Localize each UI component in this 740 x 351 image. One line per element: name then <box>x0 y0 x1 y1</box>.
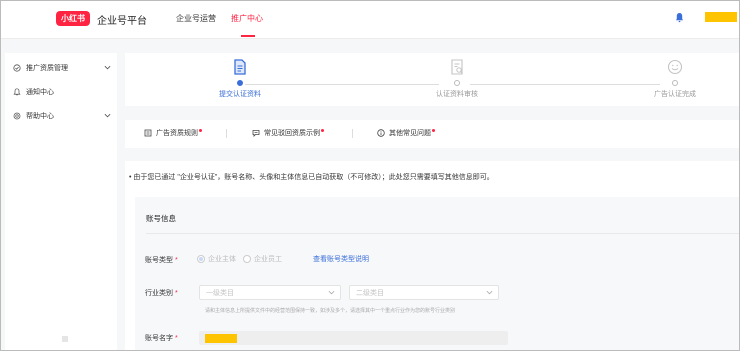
sidebar-item-qualification[interactable]: 推广资质管理 <box>13 61 111 75</box>
nav-active-indicator <box>241 35 255 37</box>
step-submit: 提交认证资料 <box>185 58 295 99</box>
form-panel: • 由于您已通过 "企业号认证"，账号名称、头像和主体信息已自动获取（不可修改）… <box>125 161 739 350</box>
field-label-text: 行业类别 <box>145 290 173 297</box>
document-icon <box>234 59 246 75</box>
industry-label: 行业类别 * <box>145 288 178 298</box>
step-label: 广告认证完成 <box>654 91 696 98</box>
rules-icon <box>144 129 152 137</box>
smile-icon <box>667 59 683 75</box>
bell-icon <box>13 88 21 96</box>
review-icon <box>451 59 463 75</box>
chevron-down-icon[interactable] <box>104 112 111 119</box>
radio-circle <box>197 255 205 263</box>
new-badge-dot <box>199 129 202 132</box>
collapse-sidebar-icon[interactable] <box>61 335 69 343</box>
step-dot <box>454 80 460 86</box>
step-dot <box>237 80 243 86</box>
top-header: 小红书 企业号平台 企业号运营 推广中心 <box>1 1 739 39</box>
field-label-text: 账号类型 <box>145 257 173 264</box>
brand-logo[interactable]: 小红书 <box>56 11 90 26</box>
sidebar-item-label: 帮助中心 <box>26 113 54 120</box>
notice-text: • 由于您已通过 "企业号认证"，账号名称、头像和主体信息已自动获取（不可修改）… <box>129 174 494 181</box>
notification-bell-icon[interactable] <box>675 12 684 23</box>
app-window: 小红书 企业号平台 企业号运营 推广中心 推广资质管理 通知中心 帮助中心 提交… <box>0 0 740 351</box>
section-divider <box>146 233 739 234</box>
industry-level2-select[interactable]: 二级类目 <box>349 285 499 300</box>
tab-ad-rules[interactable]: 广告资质规则 <box>144 128 202 138</box>
industry-level1-select[interactable]: 一级类目 <box>199 285 341 300</box>
radio-label: 企业员工 <box>254 256 282 263</box>
sidebar-item-label: 推广资质管理 <box>26 65 68 72</box>
required-mark: * <box>175 290 178 297</box>
account-name-label: 账号名字 * <box>145 333 178 343</box>
help-icon <box>13 112 21 120</box>
required-mark: * <box>175 335 178 342</box>
radio-enterprise-entity[interactable]: 企业主体 <box>197 254 236 264</box>
chevron-down-icon <box>328 290 335 295</box>
chevron-down-icon <box>486 290 493 295</box>
tab-divider <box>226 129 227 138</box>
select-placeholder: 二级类目 <box>356 290 384 297</box>
tab-label: 其他常见问题 <box>389 130 431 137</box>
shield-check-icon <box>13 64 21 72</box>
step-label: 认证资料审核 <box>436 91 478 98</box>
new-badge-dot <box>432 129 435 132</box>
nav-enterprise-ops[interactable]: 企业号运营 <box>176 13 216 24</box>
tab-other-faq[interactable]: 其他常见问题 <box>377 128 435 138</box>
radio-circle <box>243 255 251 263</box>
sidebar-item-help[interactable]: 帮助中心 <box>13 109 111 123</box>
select-placeholder: 一级类目 <box>206 290 234 297</box>
account-name-field <box>199 331 508 345</box>
chevron-down-icon[interactable] <box>104 64 111 71</box>
step-complete: 广告认证完成 <box>620 58 730 99</box>
account-name-redacted <box>205 334 237 343</box>
radio-enterprise-employee[interactable]: 企业员工 <box>243 254 282 264</box>
user-name-redacted[interactable] <box>705 12 737 22</box>
tab-divider <box>352 129 353 138</box>
section-title: 账号信息 <box>146 214 176 223</box>
tab-label: 常见驳回资质示例 <box>264 130 320 137</box>
sidebar-item-notifications[interactable]: 通知中心 <box>13 85 111 99</box>
nav-promotion-center[interactable]: 推广中心 <box>231 13 263 24</box>
account-type-label: 账号类型 * <box>145 255 178 265</box>
step-dot <box>672 80 678 86</box>
platform-title: 企业号平台 <box>97 16 147 27</box>
sidebar: 推广资质管理 通知中心 帮助中心 <box>5 53 117 350</box>
tab-reject-examples[interactable]: 常见驳回资质示例 <box>252 128 324 138</box>
field-label-text: 账号名字 <box>145 335 173 342</box>
chat-icon <box>252 130 260 137</box>
tab-label: 广告资质规则 <box>156 130 198 137</box>
step-review: 认证资料审核 <box>402 58 512 99</box>
radio-label: 企业主体 <box>208 256 236 263</box>
industry-hint: 请和主体信息上所提供文件中的经营范围保持一致，如涉及多个，请选择其中一个重点行业… <box>205 308 456 314</box>
sidebar-item-label: 通知中心 <box>26 89 54 96</box>
progress-steps: 提交认证资料 认证资料审核 广告认证完成 <box>125 53 739 106</box>
account-info-section: 账号信息 账号类型 * 企业主体 企业员工 查看账号类型说明 行业类别 * 一级类目… <box>135 197 739 350</box>
required-mark: * <box>175 257 178 264</box>
step-label: 提交认证资料 <box>219 91 261 98</box>
new-badge-dot <box>321 129 324 132</box>
info-icon <box>377 129 385 137</box>
help-links-bar: 广告资质规则 常见驳回资质示例 其他常见问题 <box>125 120 739 148</box>
account-type-help-link[interactable]: 查看账号类型说明 <box>313 254 369 264</box>
